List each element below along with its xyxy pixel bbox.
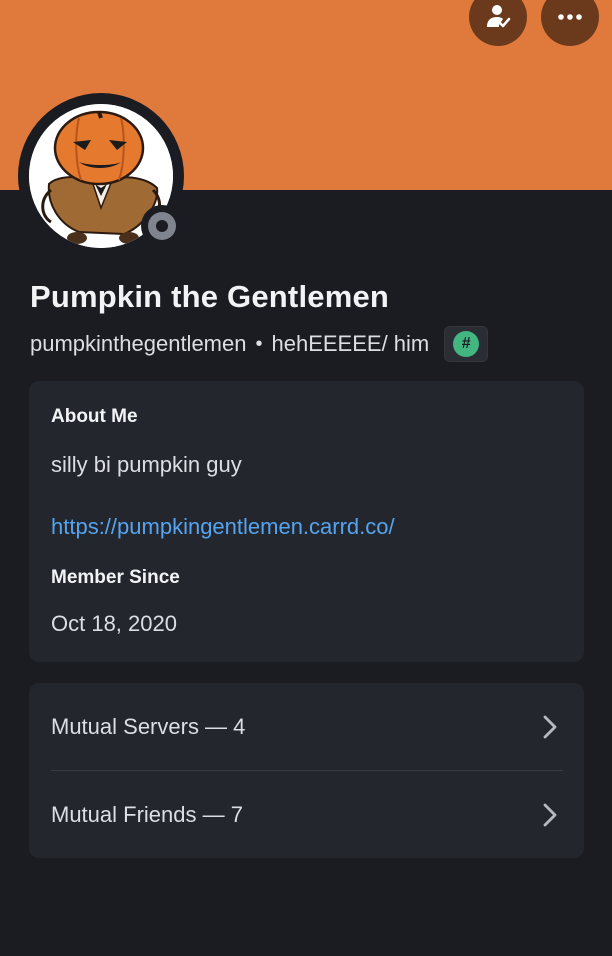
avatar-container[interactable] (18, 93, 184, 259)
separator-dot: • (255, 332, 263, 355)
pronouns: hehEEEEE/ him (271, 331, 430, 356)
username[interactable]: pumpkinthegentlemen (30, 331, 246, 357)
status-indicator (141, 205, 183, 247)
member-since-date: Oct 18, 2020 (51, 611, 177, 636)
chevron-right-icon (538, 715, 562, 739)
mutual-friends-row[interactable]: Mutual Friends — 7 (29, 771, 584, 858)
profile-badge[interactable]: # (444, 326, 489, 362)
about-me-heading: About Me (51, 406, 138, 427)
chevron-right-icon (538, 803, 562, 827)
profile-link[interactable]: https://pumpkingentlemen.carrd.co/ (51, 514, 395, 540)
about-card: About Me silly bi pumpkin guy https://pu… (29, 381, 584, 662)
display-name: Pumpkin the Gentlemen (30, 279, 390, 314)
more-dots-icon (558, 14, 582, 20)
friend-check-icon (487, 5, 511, 28)
mutual-servers-label: Mutual Servers — 4 (51, 713, 246, 739)
mutuals-card: Mutual Servers — 4 Mutual Friends — 7 (29, 683, 584, 858)
bio-text: silly bi pumpkin guy (51, 452, 242, 477)
mutual-servers-row[interactable]: Mutual Servers — 4 (29, 683, 584, 770)
profile-subline: pumpkinthegentlemen • hehEEEEE/ him # (30, 326, 489, 362)
hashtag-badge-icon: # (453, 331, 480, 357)
mutual-friends-label: Mutual Friends — 7 (51, 801, 243, 827)
member-since-heading: Member Since (51, 567, 180, 588)
offline-status-icon (148, 212, 176, 240)
